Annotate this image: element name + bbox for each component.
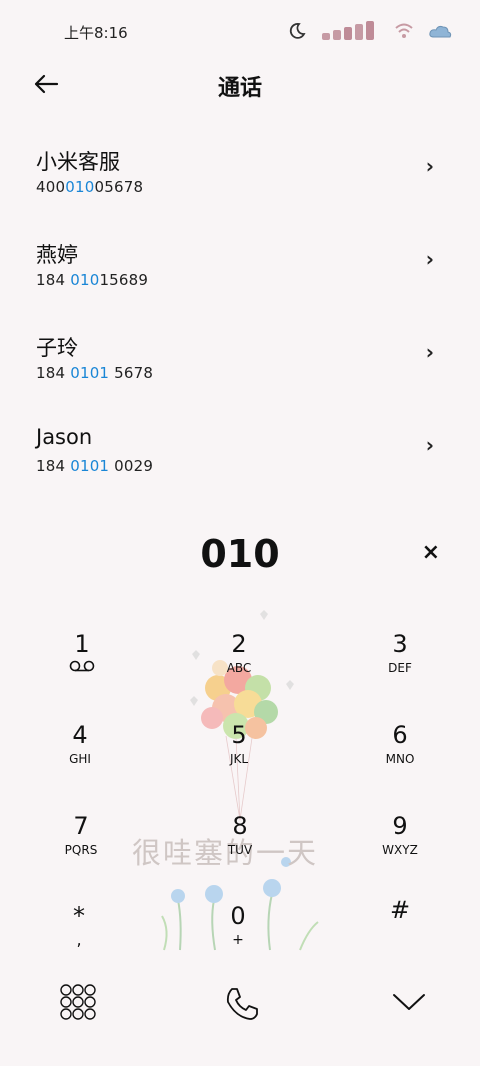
key-digit: * xyxy=(73,902,85,930)
key-digit: 8 xyxy=(232,812,248,840)
key-1[interactable]: 1 xyxy=(22,630,142,672)
contact-results-list: 小米客服 40001005678 › 燕婷 184 01015689 › 子玲 … xyxy=(0,140,480,512)
key-letters: MNO xyxy=(385,752,415,766)
number-prefix: 400 xyxy=(36,178,66,196)
key-letters: GHI xyxy=(69,752,91,766)
moon-icon xyxy=(289,23,306,39)
key-digit: 2 xyxy=(231,630,247,658)
contact-number: 40001005678 xyxy=(36,178,143,196)
key-0[interactable]: 0 + xyxy=(178,902,298,948)
weather-cloud-icon xyxy=(429,25,452,38)
number-match: 010 xyxy=(65,178,95,196)
chevron-right-icon[interactable]: › xyxy=(426,154,434,178)
key-digit: 1 xyxy=(74,630,90,658)
number-prefix: 184 xyxy=(36,364,71,382)
key-7[interactable]: 7 PQRS xyxy=(21,812,141,858)
key-3[interactable]: 3 DEF xyxy=(340,630,460,676)
key-letters: + xyxy=(232,932,244,948)
key-digit: 4 xyxy=(72,721,88,749)
number-match: 0101 xyxy=(70,457,110,475)
key-letters: PQRS xyxy=(64,843,98,857)
number-suffix: 0029 xyxy=(109,457,154,475)
chevron-right-icon[interactable]: › xyxy=(426,340,434,364)
voicemail-icon xyxy=(69,660,95,672)
number-suffix: 5678 xyxy=(109,364,154,382)
key-6[interactable]: 6 MNO xyxy=(340,721,460,767)
chevron-right-icon[interactable]: › xyxy=(426,433,434,457)
dialer-bottom-bar xyxy=(0,980,480,1036)
status-time: 上午8:16 xyxy=(64,24,128,42)
key-letters: DEF xyxy=(388,661,412,675)
key-2[interactable]: 2 ABC xyxy=(179,630,299,676)
status-bar: 上午8:16 xyxy=(0,0,480,64)
key-letters: , xyxy=(76,930,82,949)
wifi-icon xyxy=(395,23,413,38)
key-letters: WXYZ xyxy=(382,843,418,857)
key-letters: JKL xyxy=(229,752,249,766)
number-suffix: 05678 xyxy=(94,178,144,196)
app-header: 通话 xyxy=(0,62,480,106)
key-star[interactable]: * , xyxy=(19,902,139,948)
number-match: 010 xyxy=(70,271,100,289)
key-8[interactable]: 8 TUV xyxy=(180,812,300,858)
number-suffix: 15689 xyxy=(99,271,149,289)
key-digit: 0 xyxy=(230,902,246,930)
key-digit: 9 xyxy=(392,812,408,840)
key-9[interactable]: 9 WXYZ xyxy=(340,812,460,858)
number-match: 0101 xyxy=(70,364,110,382)
contact-name: 燕婷 xyxy=(36,243,78,267)
chevron-right-icon[interactable]: › xyxy=(426,247,434,271)
clear-icon[interactable]: × xyxy=(422,540,440,565)
key-digit: 3 xyxy=(392,630,408,658)
contact-row[interactable]: Jason 184 0101 0029 › xyxy=(0,419,480,512)
contact-name: 子玲 xyxy=(36,336,78,360)
contact-name: Jason xyxy=(36,425,93,449)
key-letters: TUV xyxy=(227,843,253,857)
chevron-down-icon[interactable] xyxy=(392,992,426,1012)
key-digit: 5 xyxy=(231,721,247,749)
signal-icon xyxy=(322,21,374,40)
contact-row[interactable]: 小米客服 40001005678 › xyxy=(0,140,480,233)
key-digit: 6 xyxy=(392,721,408,749)
key-digit: # xyxy=(389,896,411,924)
dialed-number-display[interactable]: 010 xyxy=(0,532,480,576)
key-digit: 7 xyxy=(73,812,89,840)
phone-icon[interactable] xyxy=(224,986,260,1022)
contact-number: 184 0101 0029 xyxy=(36,457,153,475)
contact-row[interactable]: 燕婷 184 01015689 › xyxy=(0,233,480,326)
key-hash[interactable]: # xyxy=(340,896,460,924)
key-4[interactable]: 4 GHI xyxy=(20,721,140,767)
contact-number: 184 01015689 xyxy=(36,271,148,289)
contact-name: 小米客服 xyxy=(36,150,120,174)
keypad-grid-icon[interactable] xyxy=(60,984,96,1020)
number-prefix: 184 xyxy=(36,457,71,475)
page-title: 通话 xyxy=(217,76,262,101)
key-letters: ABC xyxy=(226,661,252,675)
contact-row[interactable]: 子玲 184 0101 5678 › xyxy=(0,326,480,419)
key-5[interactable]: 5 JKL xyxy=(179,721,299,767)
contact-number: 184 0101 5678 xyxy=(36,364,153,382)
number-prefix: 184 xyxy=(36,271,71,289)
